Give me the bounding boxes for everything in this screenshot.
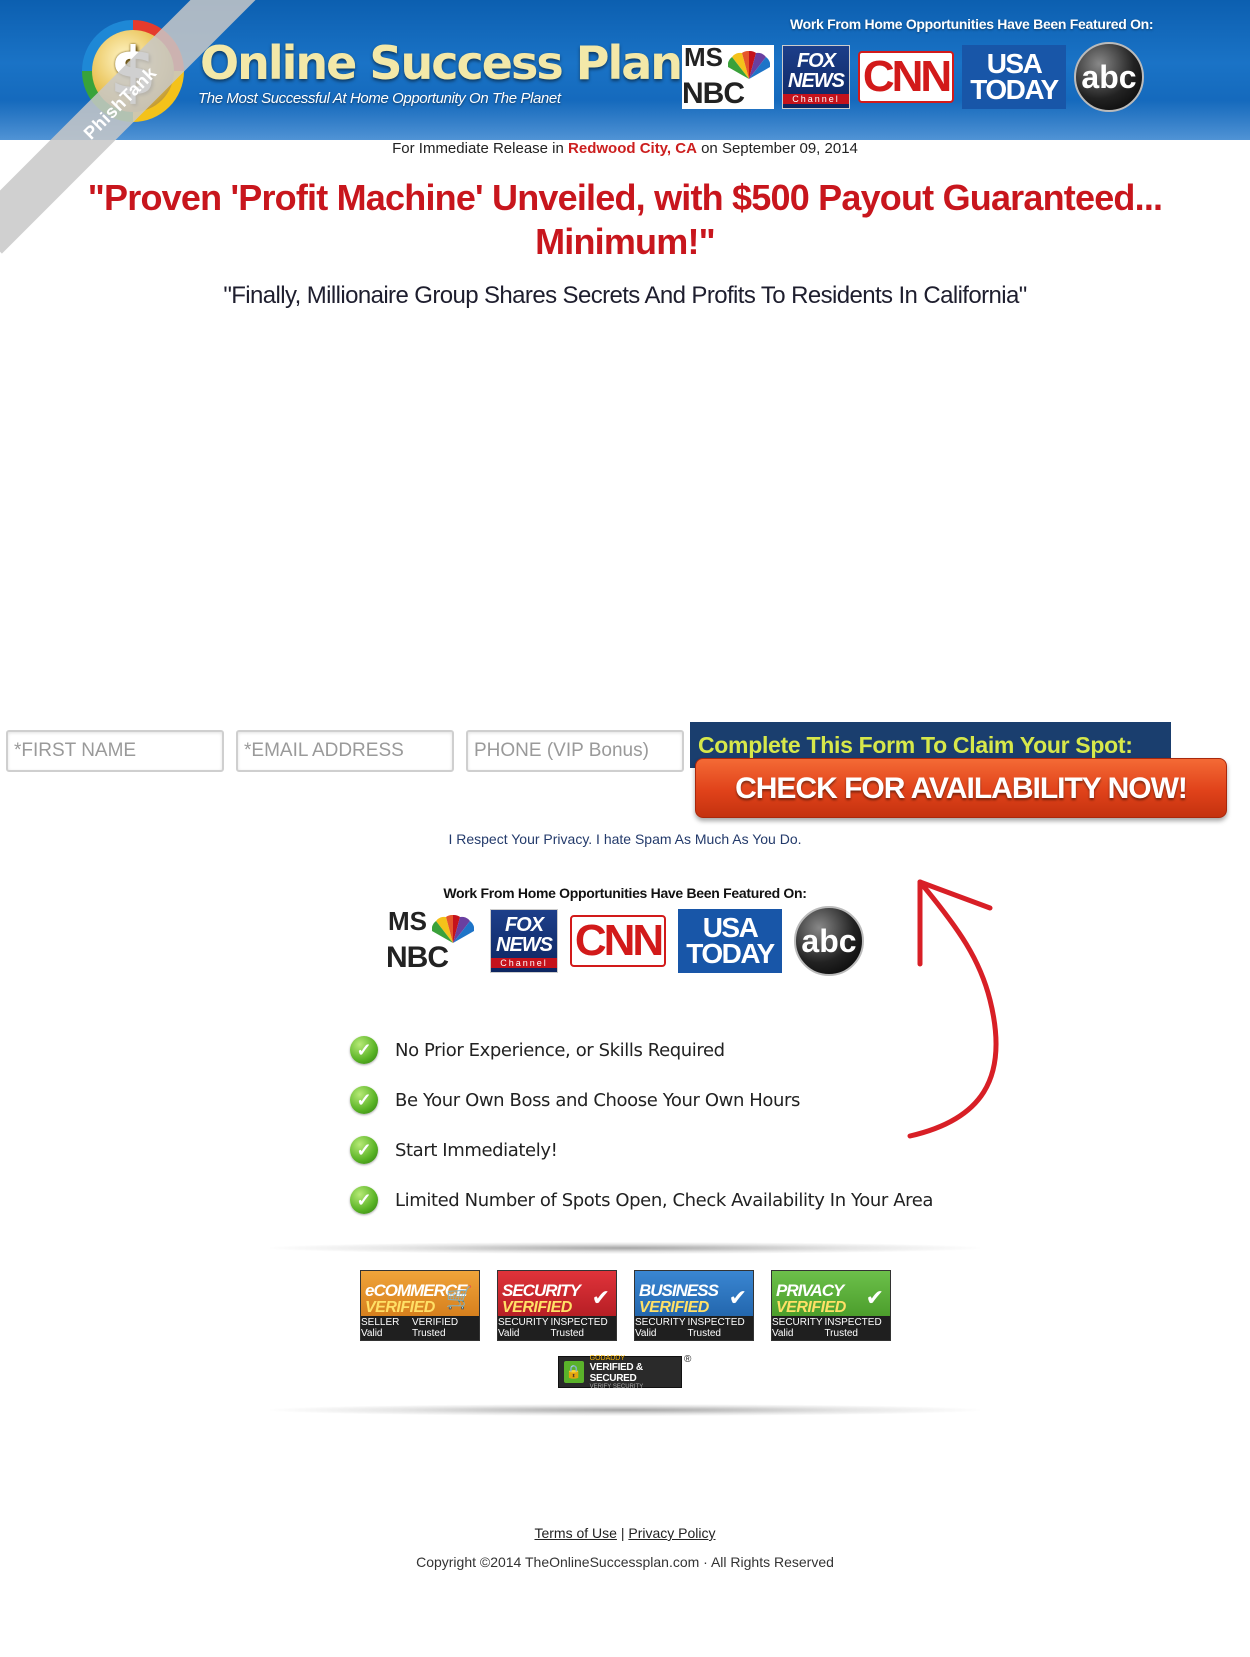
privacy-verified-badge: PRIVACY VERIFIED ✔ SECURITY Valid INSPEC… bbox=[771, 1270, 891, 1341]
release-prefix: For Immediate Release in bbox=[392, 140, 564, 157]
featured-on-label-mid: Work From Home Opportunities Have Been F… bbox=[443, 885, 807, 901]
usa-today-logo-icon: USA TODAY bbox=[678, 909, 782, 973]
featured-on-label: Work From Home Opportunities Have Been F… bbox=[790, 16, 1154, 32]
abc-logo-icon: abc bbox=[1074, 42, 1144, 112]
msnbc-logo-icon: MS NBC bbox=[682, 44, 774, 109]
magnifier-icon: ✔ bbox=[865, 1285, 884, 1310]
brand-tagline: The Most Successful At Home Opportunity … bbox=[198, 90, 561, 107]
ecommerce-verified-badge: eCOMMERCE VERIFIED 🛒 SELLER Valid VERIFI… bbox=[360, 1270, 480, 1341]
fox-news-logo-icon: FOX NEWS Channel bbox=[782, 45, 850, 109]
lock-icon: ✔ bbox=[591, 1285, 610, 1310]
release-line: For Immediate Release in Redwood City, C… bbox=[0, 140, 1250, 157]
godaddy-seal[interactable]: 🔒 GODADDY VERIFIED & SECURED VERIFY SECU… bbox=[558, 1355, 682, 1390]
peacock-icon bbox=[432, 914, 474, 943]
list-item: ✓ Be Your Own Boss and Choose Your Own H… bbox=[350, 1075, 933, 1125]
abc-logo-icon: abc bbox=[794, 906, 864, 976]
peacock-icon bbox=[728, 50, 770, 79]
release-location: Redwood City, CA bbox=[568, 140, 697, 157]
checkmark-icon: ✓ bbox=[350, 1136, 378, 1164]
terms-link[interactable]: Terms of Use bbox=[534, 1525, 616, 1541]
footer-links: Terms of Use | Privacy Policy bbox=[0, 1525, 1250, 1541]
cart-icon: 🛒 bbox=[445, 1285, 473, 1310]
cnn-logo-icon: CNN bbox=[570, 915, 666, 967]
privacy-note: I Respect Your Privacy. I hate Spam As M… bbox=[448, 831, 802, 847]
msnbc-logo-icon: MS NBC bbox=[386, 908, 478, 973]
fox-news-logo-icon: FOX NEWS Channel bbox=[490, 909, 558, 973]
sub-headline: "Finally, Millionaire Group Shares Secre… bbox=[223, 282, 1027, 309]
release-date: on September 09, 2014 bbox=[701, 140, 858, 157]
phone-field[interactable] bbox=[466, 730, 684, 772]
security-verified-badge: SECURITY VERIFIED ✔ SECURITY Valid INSPE… bbox=[497, 1270, 617, 1341]
globe-icon: ✔ bbox=[728, 1285, 747, 1310]
checkmark-icon: ✓ bbox=[350, 1036, 378, 1064]
copyright: Copyright ©2014 TheOnlineSuccessplan.com… bbox=[416, 1554, 834, 1570]
usa-today-logo-icon: USA TODAY bbox=[962, 45, 1066, 109]
list-item: ✓ No Prior Experience, or Skills Require… bbox=[350, 1025, 933, 1075]
email-field[interactable] bbox=[236, 730, 454, 772]
media-logos-top: MS NBC FOX NEWS Channel CNN USA TODAY ab… bbox=[682, 42, 1144, 112]
list-item: ✓ Start Immediately! bbox=[350, 1125, 933, 1175]
check-availability-button[interactable]: CHECK FOR AVAILABILITY NOW! bbox=[695, 758, 1227, 818]
privacy-link[interactable]: Privacy Policy bbox=[628, 1525, 715, 1541]
main-headline: "Proven 'Profit Machine' Unveiled, with … bbox=[87, 177, 1163, 262]
footer-separator: | bbox=[620, 1525, 625, 1541]
first-name-field[interactable] bbox=[6, 730, 224, 772]
checkmark-icon: ✓ bbox=[350, 1186, 378, 1214]
media-logos-mid: MS NBC FOX NEWS Channel CNN USA TODAY ab… bbox=[386, 906, 864, 976]
checkmark-icon: ✓ bbox=[350, 1086, 378, 1114]
registered-mark: ® bbox=[684, 1354, 692, 1365]
lock-icon: 🔒 bbox=[564, 1361, 584, 1383]
trust-badges: eCOMMERCE VERIFIED 🛒 SELLER Valid VERIFI… bbox=[360, 1270, 891, 1341]
benefits-list: ✓ No Prior Experience, or Skills Require… bbox=[350, 1025, 933, 1225]
cnn-logo-icon: CNN bbox=[858, 51, 954, 103]
shadow-divider bbox=[270, 1242, 980, 1254]
list-item: ✓ Limited Number of Spots Open, Check Av… bbox=[350, 1175, 933, 1225]
brand-title: Online Success Plan bbox=[200, 36, 683, 90]
shadow-divider bbox=[270, 1404, 980, 1416]
business-verified-badge: BUSINESS VERIFIED ✔ SECURITY Valid INSPE… bbox=[634, 1270, 754, 1341]
